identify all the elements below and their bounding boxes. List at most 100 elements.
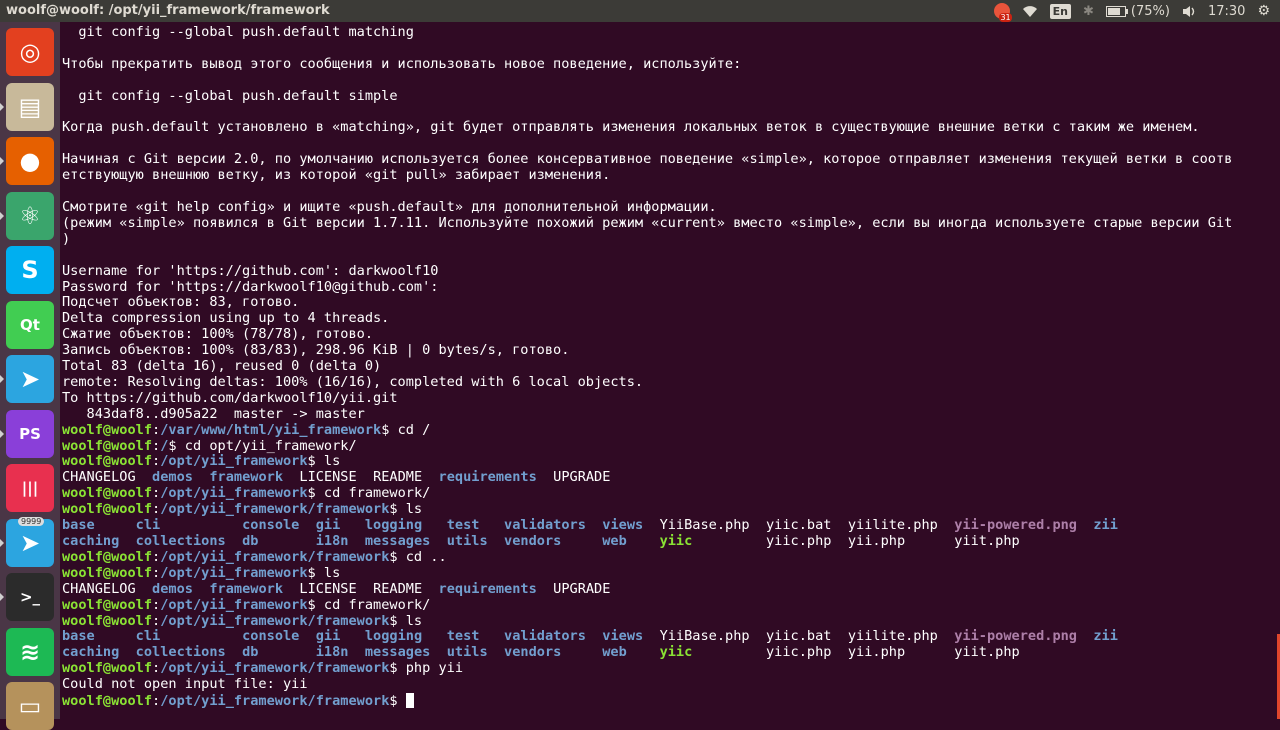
ls-directory: console <box>242 517 300 534</box>
ls-directory: validators <box>504 628 586 645</box>
ls-directory: caching <box>62 533 120 549</box>
ls-directory: framework <box>209 469 284 486</box>
ls-directory: utils <box>446 533 488 549</box>
ls-file: yiic.php <box>765 533 832 549</box>
ls-file: CHANGELOG <box>62 580 136 597</box>
prompt-user: woolf@woolf <box>62 693 153 710</box>
unread-badge: 9999 <box>18 516 45 526</box>
ls-directory: zii <box>1093 628 1118 645</box>
telegram-icon: ➤ <box>19 365 41 393</box>
ls-file: YiiBase.php <box>659 517 750 534</box>
keyboard-layout-indicator[interactable]: En <box>1049 0 1072 22</box>
terminal-window[interactable]: git config --global push.default matchin… <box>60 22 1280 719</box>
launcher-telegram-desktop-button[interactable]: ➤ 9999 <box>6 516 54 567</box>
ls-directory: yiic <box>659 533 693 549</box>
prompt-user: woolf@woolf <box>62 596 153 613</box>
prompt-path: / <box>160 437 169 454</box>
ls-file: YiiBase.php <box>659 628 750 645</box>
ls-directory: demos <box>152 580 193 597</box>
ls-directory: messages <box>364 533 431 549</box>
launcher-scanner-button[interactable]: ▭ <box>6 682 54 730</box>
launcher-terminal-button[interactable]: >_ <box>6 573 54 621</box>
ls-directory: views <box>602 628 644 645</box>
ls-directory: yii-powered.png <box>954 628 1077 645</box>
terminal-line: Could not open input file: yii <box>62 676 308 693</box>
terminal-line: етствующую внешнюю ветку, из которой «gi… <box>62 167 611 184</box>
window-title: woolf@woolf: /opt/yii_framework/framewor… <box>6 3 330 18</box>
launcher-firefox-button[interactable]: ● <box>6 137 54 185</box>
ls-file: yiic.php <box>765 644 832 661</box>
ls-file: LICENSE <box>299 580 357 597</box>
launcher-skype-button[interactable]: S <box>6 246 54 294</box>
terminal-line: remote: Resolving deltas: 100% (16/16), … <box>62 373 644 390</box>
terminal-line: Начиная с Git версии 2.0, по умолчанию и… <box>62 151 1233 168</box>
launcher-app-red-button[interactable]: ||| <box>6 464 54 512</box>
launcher-atom-button[interactable]: ⚛ <box>6 191 54 240</box>
ls-directory: zii <box>1093 517 1118 534</box>
terminal-prompt-line: woolf@woolf:/opt/yii_framework/framework… <box>62 693 414 709</box>
terminal-line: Сжатие объектов: 100% (78/78), готово. <box>62 326 373 343</box>
sound-indicator[interactable] <box>1182 0 1196 22</box>
terminal-prompt-line: woolf@woolf:/opt/yii_framework$ cd frame… <box>62 596 431 613</box>
terminal-line: base cli console gii logging test valida… <box>62 628 1118 644</box>
ls-file: yii.php <box>847 533 906 549</box>
ls-file: yiilite.php <box>847 517 938 534</box>
terminal-line: Total 83 (delta 16), reused 0 (delta 0) <box>62 358 382 375</box>
prompt-path: /var/www/html/yii_framework <box>160 421 382 438</box>
ls-file: README <box>373 580 423 597</box>
prompt-path: /opt/yii_framework <box>160 596 308 613</box>
ls-directory: yiic <box>659 644 693 661</box>
running-indicator <box>0 538 4 547</box>
launcher-telegram-button[interactable]: ➤ <box>6 355 54 403</box>
ls-file: yiic.bat <box>765 628 832 645</box>
terminal-icon: >_ <box>19 588 41 606</box>
prompt-user: woolf@woolf <box>62 612 153 629</box>
running-indicator <box>0 102 4 111</box>
ls-directory: views <box>602 517 644 534</box>
battery-icon <box>1105 5 1128 17</box>
launcher-phpstorm-button[interactable]: PS <box>6 409 54 458</box>
system-menu-indicator[interactable]: ⚙ <box>1257 0 1270 22</box>
terminal-output[interactable]: git config --global push.default matchin… <box>62 24 1233 710</box>
launcher-ubuntu-dash-button[interactable]: ◎ <box>6 28 54 76</box>
launcher-files-button[interactable]: ▤ <box>6 82 54 131</box>
telegram-desktop-icon: ➤ <box>19 528 41 557</box>
ls-directory: cli <box>135 628 161 645</box>
ls-directory: collections <box>135 533 226 549</box>
prompt-path: /opt/yii_framework <box>160 453 308 470</box>
ls-directory: framework <box>209 580 284 597</box>
wifi-indicator[interactable] <box>1022 0 1038 22</box>
running-indicator <box>0 157 4 165</box>
chrome-notification-indicator[interactable]: 31 <box>993 0 1012 22</box>
launcher-qt-creator-button[interactable]: Qt <box>6 300 54 349</box>
ls-file: yiit.php <box>954 533 1020 549</box>
prompt-user: woolf@woolf <box>62 548 153 565</box>
launcher-spotify-button[interactable]: ≋ <box>6 627 54 676</box>
prompt-user: woolf@woolf <box>62 437 153 454</box>
battery-indicator[interactable]: (75%) <box>1105 0 1170 22</box>
terminal-cursor <box>405 693 414 709</box>
power-gear-icon: ⚙ <box>1257 3 1270 19</box>
ls-file: yiilite.php <box>847 628 938 645</box>
speaker-icon <box>1182 5 1195 17</box>
ls-file: README <box>373 469 423 486</box>
scanner-icon: ▭ <box>18 692 42 720</box>
ls-directory: cli <box>135 517 161 534</box>
ls-directory: db <box>242 644 259 661</box>
prompt-path: /opt/yii_framework/framework <box>160 501 390 518</box>
ls-directory: i18n <box>315 644 349 661</box>
qt-creator-icon: Qt <box>20 315 40 334</box>
clock-indicator[interactable]: 17:30 <box>1208 0 1245 22</box>
prompt-user: woolf@woolf <box>62 660 153 677</box>
prompt-path: /opt/yii_framework/framework <box>160 612 390 629</box>
terminal-prompt-line: woolf@woolf:/opt/yii_framework$ ls <box>62 564 341 581</box>
prompt-user: woolf@woolf <box>62 485 153 502</box>
terminal-prompt-line: woolf@woolf:/opt/yii_framework/framework… <box>62 548 447 565</box>
terminal-prompt-line: woolf@woolf:/opt/yii_framework/framework… <box>62 612 423 629</box>
terminal-line: (режим «simple» появился в Git версии 1.… <box>62 214 1233 231</box>
phpstorm-icon: PS <box>19 424 41 443</box>
ls-directory: console <box>242 628 300 645</box>
bluetooth-indicator[interactable]: ✱ <box>1083 0 1094 22</box>
terminal-prompt-line: woolf@woolf:/var/www/html/yii_framework$… <box>62 421 431 438</box>
ls-file: LICENSE <box>299 469 357 486</box>
